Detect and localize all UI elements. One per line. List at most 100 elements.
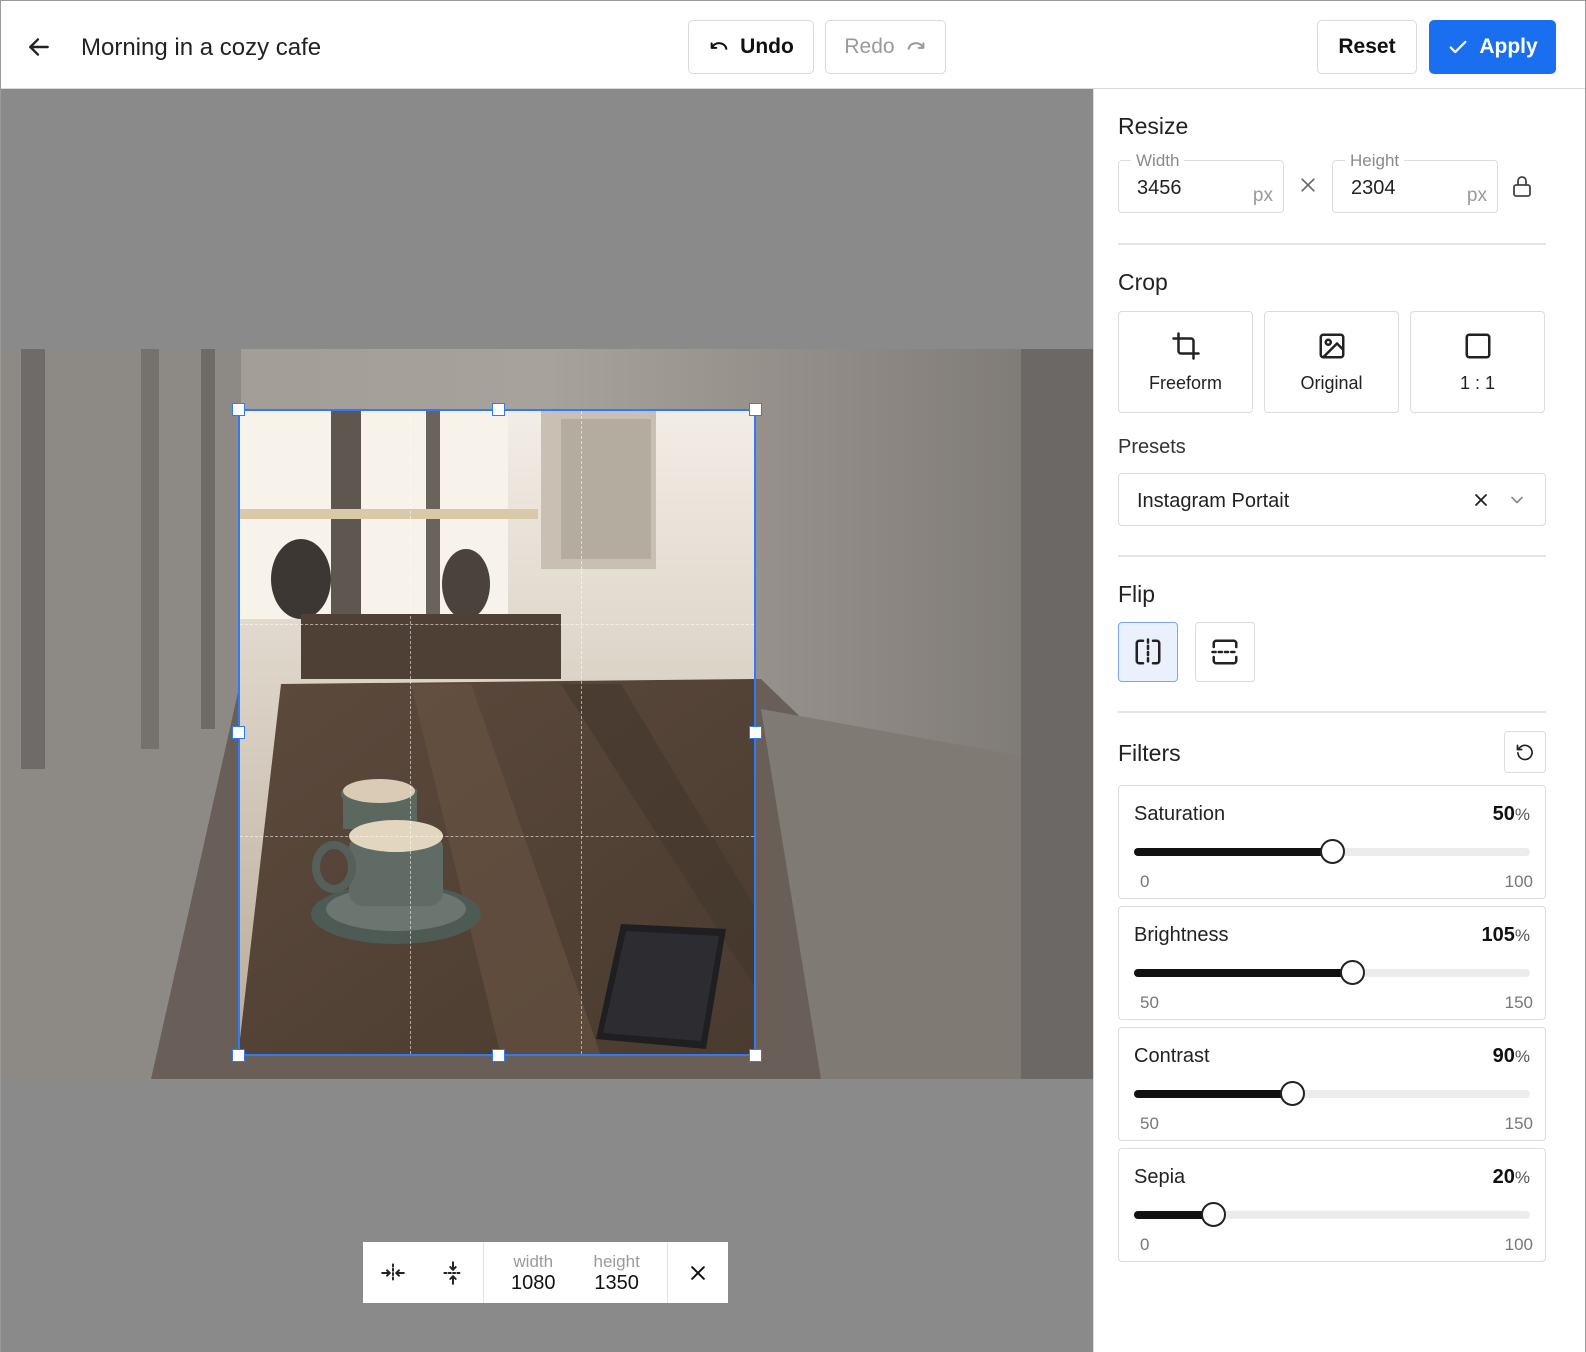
crop-handle-bottom[interactable]	[492, 1049, 505, 1062]
crop-square-button[interactable]: 1 : 1	[1410, 311, 1545, 413]
fit-height-button[interactable]	[423, 1242, 483, 1303]
document-title: Morning in a cozy cafe	[81, 34, 322, 61]
crop-handle-bottom-right[interactable]	[749, 1049, 762, 1062]
crop-height-label: height	[593, 1251, 640, 1271]
undo-icon	[710, 42, 728, 50]
crop-icon	[1171, 331, 1200, 360]
saturation-filter: Saturation 50% 0 100	[1118, 785, 1546, 899]
brightness-filter: Brightness 105% 50 150	[1118, 906, 1546, 1020]
crop-handle-left[interactable]	[232, 726, 245, 739]
undo-label: Undo	[740, 35, 794, 58]
contrast-filter: Contrast 90% 50 150	[1118, 1027, 1546, 1141]
filter-value: 105%	[1482, 924, 1531, 947]
reset-filters-button[interactable]	[1504, 731, 1546, 773]
expand-horizontal-icon	[381, 1262, 405, 1283]
crop-width-value: 1080	[510, 1271, 556, 1294]
height-field[interactable]: Height 2304 px	[1332, 151, 1498, 213]
fit-width-button[interactable]	[363, 1242, 423, 1303]
filter-value-unit: %	[1514, 805, 1530, 824]
filter-max: 150	[1504, 1114, 1533, 1133]
filter-value-number: 90	[1492, 1045, 1515, 1067]
width-value[interactable]: 3456	[1137, 177, 1182, 200]
filter-name: Saturation	[1134, 803, 1226, 825]
contrast-slider[interactable]	[1134, 1081, 1530, 1106]
resize-title: Resize	[1118, 113, 1189, 139]
flip-title: Flip	[1118, 581, 1156, 607]
crop-grid-line	[581, 411, 582, 1054]
clear-icon[interactable]	[1471, 490, 1491, 510]
redo-button[interactable]: Redo	[825, 20, 946, 74]
filter-max: 150	[1504, 993, 1533, 1012]
height-unit: px	[1466, 185, 1487, 206]
undo-button[interactable]: Undo	[688, 20, 814, 74]
crop-handle-right[interactable]	[749, 726, 762, 739]
filters-title: Filters	[1118, 740, 1181, 766]
sepia-slider[interactable]	[1134, 1202, 1530, 1227]
chevron-down-icon[interactable]	[1507, 490, 1527, 510]
brightness-slider[interactable]	[1134, 960, 1530, 985]
filter-name: Brightness	[1134, 924, 1229, 946]
filter-min: 0	[1140, 872, 1150, 891]
crop-width-label: width	[513, 1251, 554, 1271]
filter-value: 20%	[1493, 1166, 1530, 1189]
apply-button[interactable]: Apply	[1429, 20, 1556, 74]
filter-value-number: 105	[1481, 924, 1515, 946]
reset-button[interactable]: Reset	[1317, 20, 1417, 74]
image-editor: Morning in a cozy cafe Undo Redo Reset A…	[0, 0, 1586, 1352]
settings-panel: Resize Width 3456 px Height 2304 px Crop…	[1093, 89, 1585, 1352]
crop-grid-line	[240, 836, 754, 837]
crop-size-readout: width 1080 height 1350	[482, 1242, 669, 1303]
top-bar: Morning in a cozy cafe Undo Redo Reset A…	[1, 1, 1585, 89]
image-icon	[1319, 333, 1344, 358]
close-icon	[691, 1265, 705, 1280]
presets-value: Instagram Portait	[1137, 490, 1290, 512]
crop-handle-bottom-left[interactable]	[232, 1049, 245, 1062]
presets-label: Presets	[1118, 436, 1186, 458]
width-field[interactable]: Width 3456 px	[1118, 151, 1284, 213]
apply-label: Apply	[1479, 35, 1538, 58]
filter-value-unit: %	[1514, 1047, 1530, 1066]
filter-min: 50	[1140, 1114, 1159, 1133]
close-crop-button[interactable]	[668, 1242, 728, 1303]
slider-thumb[interactable]	[1201, 1202, 1227, 1227]
reset-label: Reset	[1338, 35, 1396, 58]
divider	[1118, 555, 1546, 557]
lock-icon[interactable]	[1510, 173, 1534, 199]
crop-freeform-button[interactable]: Freeform	[1118, 311, 1253, 413]
presets-select[interactable]: Instagram Portait	[1118, 473, 1546, 526]
editor-canvas[interactable]: width 1080 height 1350	[1, 89, 1093, 1352]
filter-name: Contrast	[1134, 1045, 1210, 1067]
filter-value: 90%	[1493, 1045, 1530, 1068]
multiply-icon	[1301, 178, 1315, 192]
crop-grid-line	[410, 411, 411, 1054]
crop-selection[interactable]	[232, 403, 762, 1062]
flip-vertical-button[interactable]	[1195, 622, 1255, 682]
arrow-left-icon	[29, 38, 49, 56]
redo-label: Redo	[844, 35, 895, 58]
crop-height: height 1350	[593, 1253, 639, 1293]
crop-title: Crop	[1118, 269, 1168, 295]
crop-grid-line	[240, 624, 754, 625]
crop-handle-top-right[interactable]	[749, 403, 762, 416]
crop-height-value: 1350	[594, 1271, 639, 1294]
saturation-slider[interactable]	[1134, 839, 1530, 864]
filter-value-unit: %	[1514, 926, 1530, 945]
height-value[interactable]: 2304	[1351, 177, 1396, 200]
crop-handle-top-left[interactable]	[232, 403, 245, 416]
width-unit: px	[1252, 185, 1273, 206]
slider-thumb[interactable]	[1280, 1081, 1306, 1106]
back-button[interactable]	[23, 31, 55, 63]
divider	[1118, 243, 1546, 245]
crop-original-label: Original	[1300, 372, 1363, 393]
filter-name: Sepia	[1134, 1166, 1186, 1188]
filter-value-unit: %	[1514, 1168, 1530, 1187]
crop-original-button[interactable]: Original	[1264, 311, 1399, 413]
flip-vertical-icon	[1211, 639, 1239, 665]
flip-horizontal-button[interactable]	[1118, 622, 1178, 682]
filter-value-number: 50	[1492, 803, 1515, 825]
crop-handle-top[interactable]	[492, 403, 505, 416]
filter-min: 50	[1140, 993, 1159, 1012]
slider-thumb[interactable]	[1339, 960, 1365, 985]
filter-value-number: 20	[1492, 1166, 1515, 1188]
slider-thumb[interactable]	[1320, 839, 1345, 864]
